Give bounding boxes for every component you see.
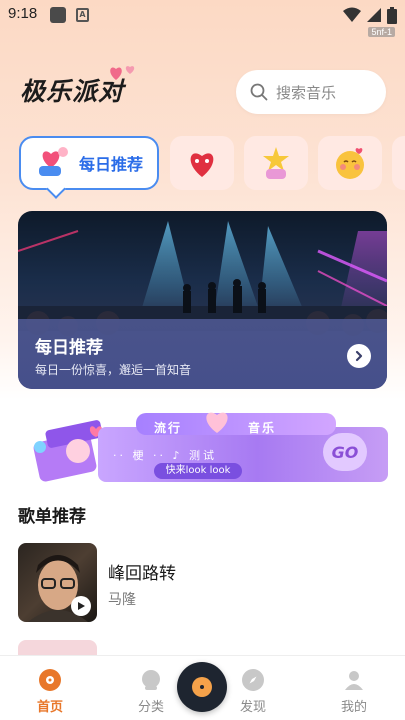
user-icon xyxy=(345,671,363,690)
app-logo: 极乐派对 xyxy=(20,66,150,108)
status-icons xyxy=(343,5,397,25)
daily-recommend-banner[interactable]: 每日推荐 每日一份惊喜，邂逅一首知音 xyxy=(18,211,387,389)
heart-mascot-icon xyxy=(39,147,68,176)
heart-icon xyxy=(206,412,228,433)
nav-label: 我的 xyxy=(340,700,367,715)
banner-subtitle: 每日一份惊喜，邂逅一首知音 xyxy=(35,363,192,377)
app-notification-icon: A xyxy=(76,8,89,22)
star-cake-icon xyxy=(263,147,289,179)
promo-go-button[interactable]: GO xyxy=(323,433,367,471)
blush-emoji-icon xyxy=(336,148,364,179)
category-label: 每日推荐 xyxy=(79,155,144,174)
promo-subtitle: ·· 梗 ·· ♪ 测试 xyxy=(113,449,217,462)
play-button[interactable] xyxy=(71,596,91,616)
category-strip: 每日推荐 xyxy=(0,136,405,196)
promo-word-right: 音乐 xyxy=(248,421,277,435)
category-item-3[interactable] xyxy=(244,136,308,190)
playlist-artist: 马隆 xyxy=(108,592,136,608)
pop-music-promo-banner[interactable]: 流行 音乐 ·· 梗 ·· ♪ 测试 快来look look GO xyxy=(18,405,388,485)
nav-category[interactable]: 分类 xyxy=(121,656,181,720)
heart-character-icon xyxy=(190,153,214,177)
nav-mine[interactable]: 我的 xyxy=(324,656,384,720)
playlist-cover xyxy=(18,543,97,622)
section-title: 歌单推荐 xyxy=(18,507,86,527)
category-icon xyxy=(142,670,160,690)
status-bar: 9:18 A 5nf-1 xyxy=(0,0,405,37)
search-icon xyxy=(250,83,268,101)
nav-discover[interactable]: 发现 xyxy=(223,656,283,720)
promo-word-left: 流行 xyxy=(154,421,183,435)
search-bar[interactable]: 搜索音乐 xyxy=(236,70,386,114)
nav-label: 分类 xyxy=(137,700,164,715)
battery-icon xyxy=(387,6,397,24)
nav-label: 首页 xyxy=(36,700,63,715)
build-tag: 5nf-1 xyxy=(368,27,395,37)
now-playing-disc[interactable] xyxy=(177,662,227,712)
status-time: 9:18 xyxy=(8,5,38,22)
category-item-2[interactable] xyxy=(170,136,234,190)
category-daily-recommend[interactable]: 每日推荐 xyxy=(19,136,159,190)
promo-look-button[interactable]: 快来look look xyxy=(154,463,242,479)
compass-icon xyxy=(242,669,264,691)
playlist-item[interactable]: 峰回路转 马隆 xyxy=(18,543,387,623)
signal-icon xyxy=(367,8,381,22)
playlist-name: 峰回路转 xyxy=(108,564,176,584)
banner-arrow-button[interactable] xyxy=(347,344,371,368)
play-icon xyxy=(78,602,85,610)
notification-icon xyxy=(50,7,66,23)
chevron-right-icon xyxy=(355,350,363,362)
category-item-5[interactable] xyxy=(392,136,405,190)
nav-label: 发现 xyxy=(239,700,266,715)
disc-center xyxy=(200,685,204,689)
search-placeholder: 搜索音乐 xyxy=(276,83,337,102)
hearts-icon xyxy=(110,66,135,80)
wifi-icon xyxy=(343,7,361,22)
category-item-4[interactable] xyxy=(318,136,382,190)
home-vinyl-icon xyxy=(39,669,61,691)
nav-home[interactable]: 首页 xyxy=(20,656,80,720)
banner-title: 每日推荐 xyxy=(35,338,103,358)
